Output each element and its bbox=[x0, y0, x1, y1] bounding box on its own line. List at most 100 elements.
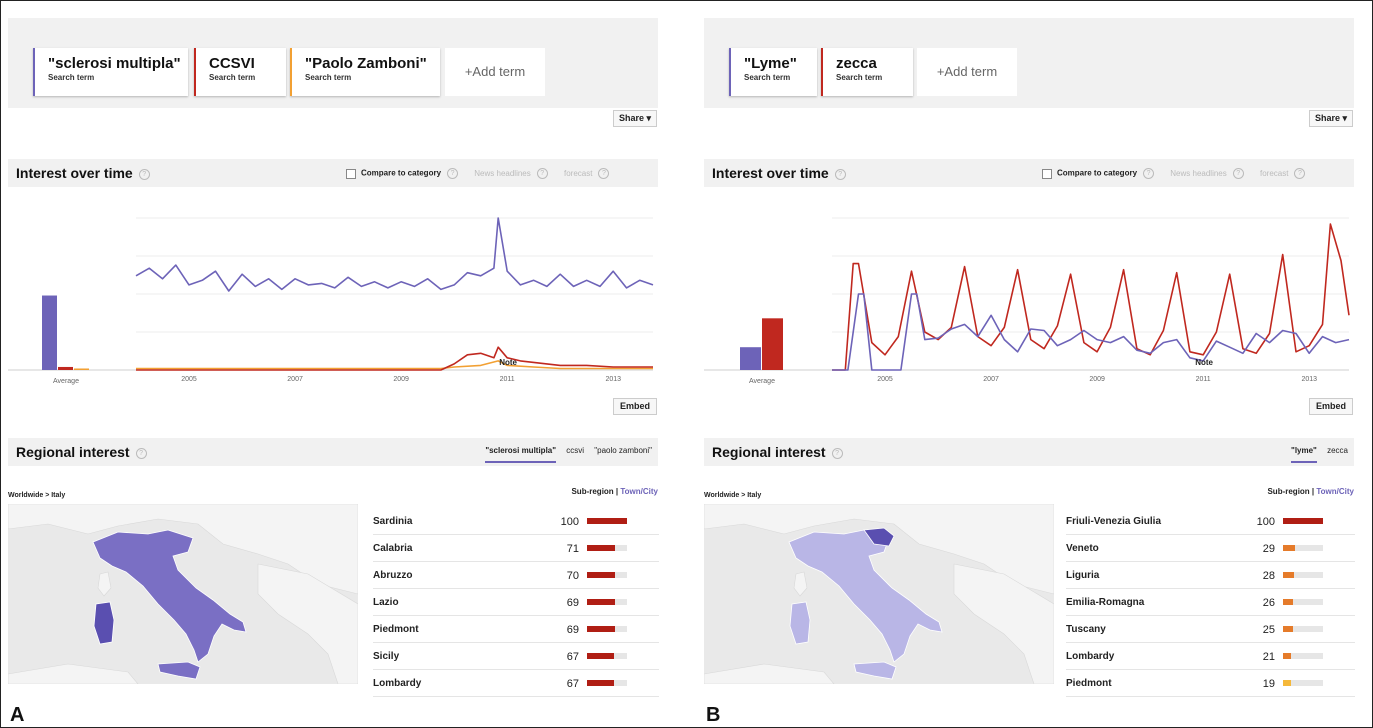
help-icon[interactable]: ? bbox=[1232, 168, 1244, 179]
series-line bbox=[136, 346, 653, 371]
x-tick-label: 2005 bbox=[877, 376, 893, 383]
region-value: 21 bbox=[1262, 651, 1275, 663]
help-icon[interactable]: ? bbox=[831, 447, 843, 459]
region-bar-track bbox=[587, 518, 627, 524]
panel-a: "sclerosi multipla" Search term CCSVI Se… bbox=[8, 8, 664, 698]
term-color-bar bbox=[194, 48, 196, 96]
region-row[interactable]: Lombardy 67 bbox=[373, 670, 659, 697]
region-bar-track bbox=[1283, 599, 1323, 605]
region-bar-fill bbox=[1283, 599, 1294, 605]
x-tick-label: 2005 bbox=[181, 376, 197, 383]
regional-tab[interactable]: ccsvi bbox=[566, 446, 584, 455]
region-bar-track bbox=[587, 680, 627, 686]
add-term-button[interactable]: +Add term bbox=[917, 48, 1017, 96]
search-term-sub: Search term bbox=[48, 73, 95, 82]
compare-label: Compare to category bbox=[1057, 168, 1138, 178]
note-marker: Note bbox=[499, 358, 517, 367]
search-term-chip[interactable]: "sclerosi multipla" Search term bbox=[33, 48, 188, 96]
region-row[interactable]: Sardinia 100 bbox=[373, 508, 659, 535]
region-value: 26 bbox=[1262, 597, 1275, 609]
region-row[interactable]: Lombardy 21 bbox=[1066, 643, 1355, 670]
search-term-chip[interactable]: zecca Search term bbox=[821, 48, 913, 96]
region-name: Abruzzo bbox=[373, 570, 413, 581]
help-icon[interactable]: ? bbox=[135, 447, 147, 459]
help-icon[interactable]: ? bbox=[536, 168, 548, 179]
region-bar-fill bbox=[587, 680, 614, 686]
compare-checkbox[interactable] bbox=[1042, 168, 1052, 179]
compare-checkbox[interactable] bbox=[346, 168, 356, 179]
search-term-label: "Paolo Zamboni" bbox=[305, 55, 427, 72]
embed-button[interactable]: Embed bbox=[613, 398, 657, 415]
forecast-toggle[interactable]: forecast bbox=[564, 169, 592, 178]
regional-tab[interactable]: "lyme" bbox=[1291, 446, 1317, 463]
region-row[interactable]: Piedmont 69 bbox=[373, 616, 659, 643]
interest-chart: Average 2005 2007 2009 2011 2013 Note bbox=[8, 217, 654, 385]
region-row[interactable]: Calabria 71 bbox=[373, 535, 659, 562]
search-terms-bar: "Lyme" Search term zecca Search term +Ad… bbox=[704, 18, 1354, 108]
search-term-chip[interactable]: "Lyme" Search term bbox=[729, 48, 817, 96]
term-color-bar bbox=[33, 48, 35, 96]
region-bar-track bbox=[587, 572, 627, 578]
region-row[interactable]: Emilia-Romagna 26 bbox=[1066, 589, 1355, 616]
region-value: 25 bbox=[1262, 624, 1275, 636]
regional-interest-header: Regional interest? "lyme" zecca bbox=[704, 438, 1354, 466]
region-bar-fill bbox=[1283, 653, 1292, 659]
breadcrumb[interactable]: Worldwide > Italy bbox=[8, 492, 65, 499]
regional-tab[interactable]: "sclerosi multipla" bbox=[485, 446, 557, 463]
x-tick-label: 2009 bbox=[1089, 376, 1105, 383]
region-row[interactable]: Sicily 67 bbox=[373, 643, 659, 670]
region-bar-fill bbox=[587, 572, 615, 578]
x-tick-label: 2013 bbox=[605, 376, 621, 383]
help-icon[interactable]: ? bbox=[1143, 168, 1155, 179]
help-icon[interactable]: ? bbox=[138, 168, 150, 180]
region-name: Lazio bbox=[373, 597, 399, 608]
search-term-sub: Search term bbox=[836, 73, 883, 82]
region-bar-fill bbox=[587, 518, 627, 524]
subregion-link[interactable]: Sub-region bbox=[1267, 487, 1309, 496]
region-row[interactable]: Liguria 28 bbox=[1066, 562, 1355, 589]
embed-button[interactable]: Embed bbox=[1309, 398, 1353, 415]
search-term-chip[interactable]: CCSVI Search term bbox=[194, 48, 286, 96]
average-label: Average bbox=[749, 378, 775, 385]
help-icon[interactable]: ? bbox=[834, 168, 846, 180]
regional-tab[interactable]: zecca bbox=[1327, 446, 1348, 455]
region-bar-track bbox=[587, 653, 627, 659]
region-value: 69 bbox=[566, 624, 579, 636]
regional-tab[interactable]: "paolo zamboni" bbox=[594, 446, 652, 455]
search-term-chip[interactable]: "Paolo Zamboni" Search term bbox=[290, 48, 440, 96]
towncity-link[interactable]: Town/City bbox=[1316, 487, 1354, 496]
forecast-toggle[interactable]: forecast bbox=[1260, 169, 1288, 178]
region-level-switch: Sub-region | Town/City bbox=[571, 487, 658, 496]
x-tick-label: 2013 bbox=[1301, 376, 1317, 383]
help-icon[interactable]: ? bbox=[447, 168, 459, 179]
italy-map[interactable] bbox=[8, 504, 358, 684]
x-tick-label: 2011 bbox=[1196, 376, 1211, 383]
search-term-label: "Lyme" bbox=[744, 55, 797, 72]
term-color-bar bbox=[821, 48, 823, 96]
region-name: Calabria bbox=[373, 543, 413, 554]
search-term-sub: Search term bbox=[209, 73, 256, 82]
average-bar bbox=[762, 318, 783, 370]
news-headlines-toggle[interactable]: News headlines bbox=[1170, 169, 1226, 178]
region-row[interactable]: Abruzzo 70 bbox=[373, 562, 659, 589]
subregion-link[interactable]: Sub-region bbox=[571, 487, 613, 496]
region-row[interactable]: Lazio 69 bbox=[373, 589, 659, 616]
help-icon[interactable]: ? bbox=[598, 168, 610, 179]
region-row[interactable]: Piedmont 19 bbox=[1066, 670, 1355, 697]
region-row[interactable]: Veneto 29 bbox=[1066, 535, 1355, 562]
region-bar-track bbox=[587, 545, 627, 551]
breadcrumb[interactable]: Worldwide > Italy bbox=[704, 492, 761, 499]
help-icon[interactable]: ? bbox=[1294, 168, 1306, 179]
share-button[interactable]: Share ▾ bbox=[1309, 110, 1353, 127]
news-headlines-toggle[interactable]: News headlines bbox=[474, 169, 530, 178]
regional-interest-header: Regional interest? "sclerosi multipla" c… bbox=[8, 438, 658, 466]
region-name: Sicily bbox=[373, 651, 400, 662]
add-term-button[interactable]: +Add term bbox=[445, 48, 545, 96]
chevron-down-icon: ▾ bbox=[646, 113, 652, 123]
region-bar-fill bbox=[1283, 545, 1295, 551]
towncity-link[interactable]: Town/City bbox=[620, 487, 658, 496]
region-row[interactable]: Tuscany 25 bbox=[1066, 616, 1355, 643]
italy-map[interactable] bbox=[704, 504, 1054, 684]
region-row[interactable]: Friuli-Venezia Giulia 100 bbox=[1066, 508, 1355, 535]
share-button[interactable]: Share ▾ bbox=[613, 110, 657, 127]
